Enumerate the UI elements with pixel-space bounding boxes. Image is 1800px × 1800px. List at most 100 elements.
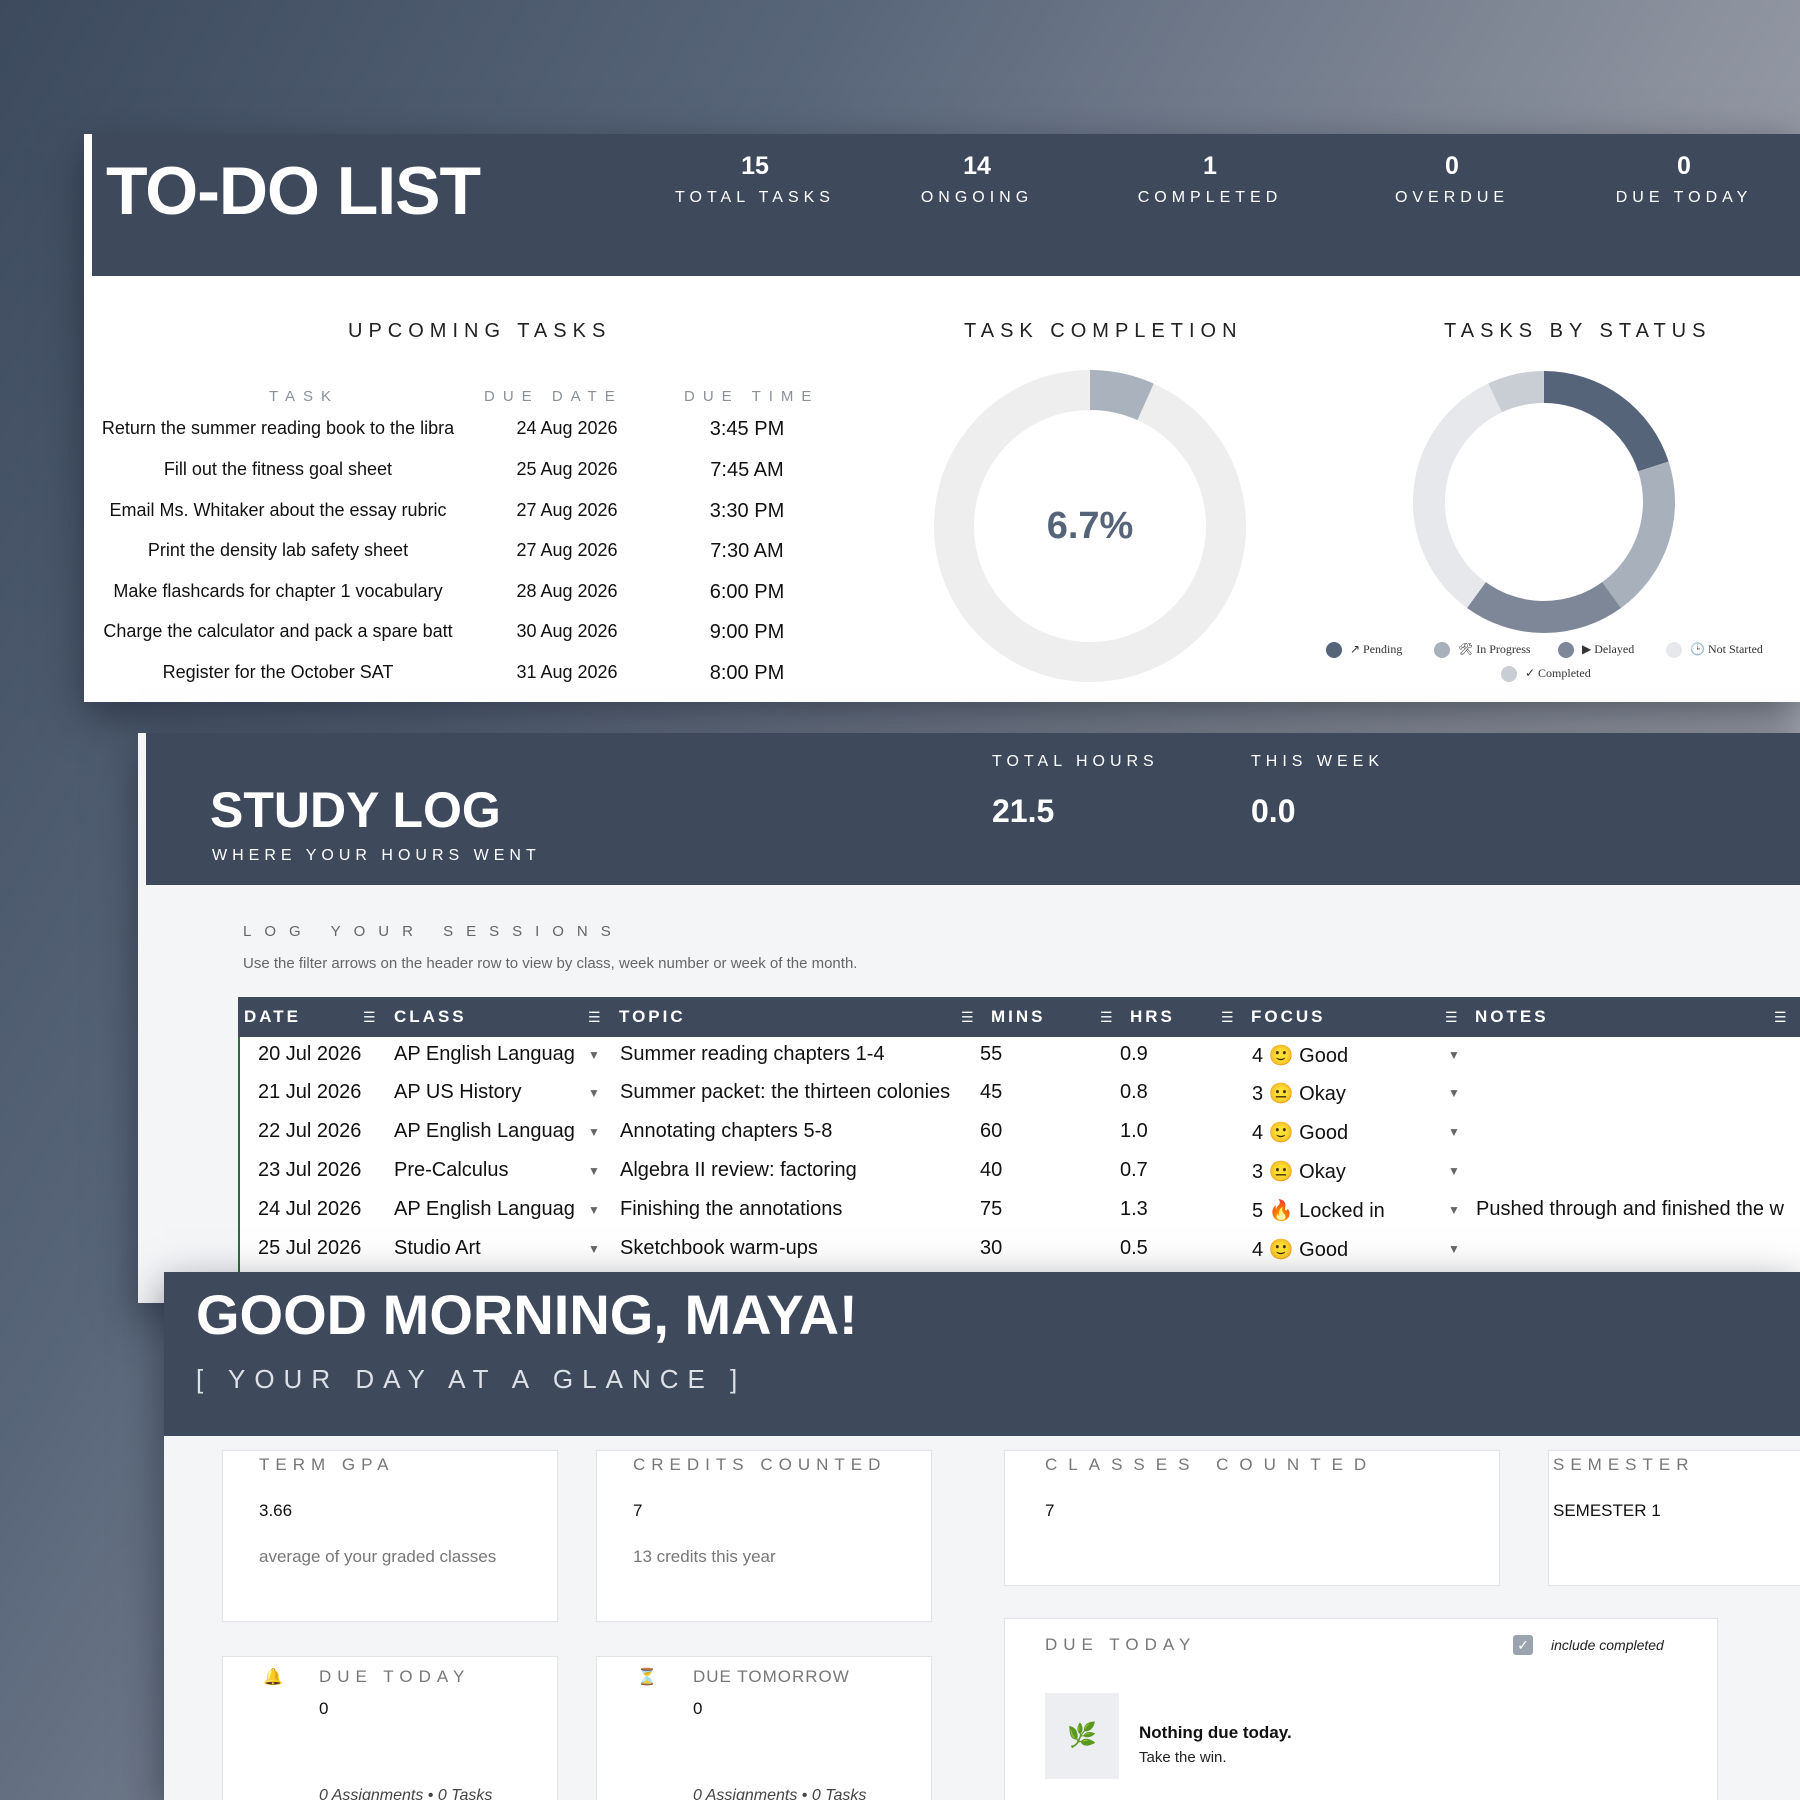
cell-topic[interactable]: Sketchbook warm-ups — [620, 1237, 818, 1260]
col-class[interactable]: CLASS — [394, 1007, 467, 1027]
task-row[interactable]: Fill out the fitness goal sheet 25 Aug 2… — [92, 459, 812, 499]
cell-date[interactable]: 20 Jul 2026 — [258, 1043, 361, 1066]
cell-hrs[interactable]: 0.8 — [1120, 1081, 1148, 1104]
todo-panel: TO-DO LIST 15 TOTAL TASKS 14 ONGOING 1 C… — [84, 134, 1800, 702]
cell-focus[interactable]: 4 🙂 Good — [1252, 1120, 1348, 1145]
legend-item-completed[interactable]: ✓ Completed — [1501, 666, 1591, 683]
legend-label: 🛠 In Progress — [1458, 642, 1531, 656]
cell-mins[interactable]: 60 — [980, 1120, 1002, 1143]
table-row[interactable]: 21 Jul 2026 AP US History ▼ Summer packe… — [240, 1075, 1800, 1113]
due-today-panel: DUE TODAY ✓ include completed 🌿 Nothing … — [1004, 1618, 1718, 1800]
cell-date[interactable]: 24 Jul 2026 — [258, 1198, 361, 1221]
filter-icon[interactable]: ☰ — [961, 1009, 974, 1026]
chevron-down-icon[interactable]: ▼ — [1448, 1164, 1460, 1178]
table-row[interactable]: 25 Jul 2026 Studio Art ▼ Sketchbook warm… — [240, 1231, 1800, 1269]
cell-date[interactable]: 25 Jul 2026 — [258, 1237, 361, 1260]
include-completed-checkbox[interactable]: ✓ — [1513, 1635, 1533, 1655]
col-hrs[interactable]: HRS — [1130, 1007, 1175, 1027]
cell-class[interactable]: Pre-Calculus — [394, 1159, 584, 1182]
task-row[interactable]: Print the density lab safety sheet 27 Au… — [92, 540, 812, 580]
filter-icon[interactable]: ☰ — [1221, 1009, 1234, 1026]
cell-topic[interactable]: Algebra II review: factoring — [620, 1159, 857, 1182]
table-row[interactable]: 23 Jul 2026 Pre-Calculus ▼ Algebra II re… — [240, 1153, 1800, 1191]
due-today-value: 0 — [319, 1699, 329, 1718]
greeting-header: GOOD MORNING, MAYA! [ YOUR DAY AT A GLAN… — [164, 1272, 1800, 1436]
col-date[interactable]: DATE — [244, 1007, 301, 1027]
cell-mins[interactable]: 55 — [980, 1043, 1002, 1066]
completion-heading: TASK COMPLETION — [964, 320, 1243, 342]
gpa-sub: average of your graded classes — [259, 1547, 497, 1566]
cell-topic[interactable]: Summer reading chapters 1-4 — [620, 1043, 885, 1066]
filter-icon[interactable]: ☰ — [1445, 1009, 1458, 1026]
cell-hrs[interactable]: 1.3 — [1120, 1198, 1148, 1221]
cell-date[interactable]: 21 Jul 2026 — [258, 1081, 361, 1104]
task-row[interactable]: Return the summer reading book to the li… — [92, 418, 812, 458]
cell-focus[interactable]: 4 🙂 Good — [1252, 1043, 1348, 1068]
cell-topic[interactable]: Summer packet: the thirteen colonies — [620, 1081, 950, 1104]
upcoming-heading: UPCOMING TASKS — [348, 320, 612, 342]
due-tomorrow-foot: 0 Assignments • 0 Tasks — [693, 1787, 867, 1800]
task-row[interactable]: Make flashcards for chapter 1 vocabulary… — [92, 581, 812, 621]
table-row[interactable]: 24 Jul 2026 AP English Languag ▼ Finishi… — [240, 1192, 1800, 1230]
filter-icon[interactable]: ☰ — [1774, 1009, 1787, 1026]
cell-focus[interactable]: 3 😐 Okay — [1252, 1159, 1346, 1184]
chevron-down-icon[interactable]: ▼ — [1448, 1203, 1460, 1217]
cell-topic[interactable]: Finishing the annotations — [620, 1198, 842, 1221]
chevron-down-icon[interactable]: ▼ — [1448, 1086, 1460, 1100]
task-row[interactable]: Register for the October SAT 31 Aug 2026… — [92, 662, 812, 702]
cell-notes[interactable]: Pushed through and finished the w — [1476, 1198, 1796, 1221]
cell-hrs[interactable]: 0.9 — [1120, 1043, 1148, 1066]
cell-hrs[interactable]: 1.0 — [1120, 1120, 1148, 1143]
col-topic[interactable]: TOPIC — [619, 1007, 686, 1027]
cell-class[interactable]: AP English Languag — [394, 1120, 584, 1143]
col-notes[interactable]: NOTES — [1475, 1007, 1549, 1027]
col-focus[interactable]: FOCUS — [1251, 1007, 1326, 1027]
legend-item-pending[interactable]: ↗ Pending — [1326, 642, 1402, 659]
cell-class[interactable]: Studio Art — [394, 1237, 584, 1260]
cell-class[interactable]: AP US History — [394, 1081, 584, 1104]
task-row[interactable]: Email Ms. Whitaker about the essay rubri… — [92, 500, 812, 540]
cell-focus[interactable]: 5 🔥 Locked in — [1252, 1198, 1385, 1223]
chevron-down-icon[interactable]: ▼ — [588, 1164, 600, 1178]
task-time: 3:45 PM — [709, 418, 785, 440]
cell-mins[interactable]: 30 — [980, 1237, 1002, 1260]
chevron-down-icon[interactable]: ▼ — [1448, 1125, 1460, 1139]
cell-topic[interactable]: Annotating chapters 5-8 — [620, 1120, 832, 1143]
cell-mins[interactable]: 75 — [980, 1198, 1002, 1221]
chevron-down-icon[interactable]: ▼ — [588, 1125, 600, 1139]
chevron-down-icon[interactable]: ▼ — [588, 1086, 600, 1100]
cell-class[interactable]: AP English Languag — [394, 1043, 584, 1066]
legend-item-not-started[interactable]: 🕒 Not Started — [1666, 642, 1763, 659]
col-mins[interactable]: MINS — [991, 1007, 1046, 1027]
cell-mins[interactable]: 45 — [980, 1081, 1002, 1104]
log-hint: Use the filter arrows on the header row … — [243, 955, 858, 972]
cell-focus[interactable]: 3 😐 Okay — [1252, 1081, 1346, 1106]
filter-icon[interactable]: ☰ — [363, 1009, 376, 1026]
filter-icon[interactable]: ☰ — [588, 1009, 601, 1026]
legend-swatch — [1501, 666, 1517, 683]
study-subtitle: WHERE YOUR HOURS WENT — [212, 847, 541, 864]
cell-focus[interactable]: 4 🙂 Good — [1252, 1237, 1348, 1262]
chevron-down-icon[interactable]: ▼ — [588, 1203, 600, 1217]
cell-hrs[interactable]: 0.7 — [1120, 1159, 1148, 1182]
filter-icon[interactable]: ☰ — [1100, 1009, 1113, 1026]
task-row[interactable]: Charge the calculator and pack a spare b… — [92, 621, 812, 661]
legend-item-delayed[interactable]: ▶ Delayed — [1558, 642, 1634, 659]
table-row[interactable]: 20 Jul 2026 AP English Languag ▼ Summer … — [240, 1037, 1800, 1075]
cell-date[interactable]: 23 Jul 2026 — [258, 1159, 361, 1182]
cell-class[interactable]: AP English Languag — [394, 1198, 584, 1221]
chevron-down-icon[interactable]: ▼ — [1448, 1048, 1460, 1062]
table-row[interactable]: 22 Jul 2026 AP English Languag ▼ Annotat… — [240, 1114, 1800, 1152]
kpi-label: TOTAL HOURS — [992, 753, 1159, 770]
chevron-down-icon[interactable]: ▼ — [588, 1242, 600, 1256]
cell-hrs[interactable]: 0.5 — [1120, 1237, 1148, 1260]
kpi-total-tasks: 15 TOTAL TASKS — [660, 152, 850, 207]
cell-mins[interactable]: 40 — [980, 1159, 1002, 1182]
chevron-down-icon[interactable]: ▼ — [588, 1048, 600, 1062]
include-completed-label[interactable]: include completed — [1551, 1637, 1664, 1653]
cell-date[interactable]: 22 Jul 2026 — [258, 1120, 361, 1143]
kpi-completed: 1 COMPLETED — [1115, 152, 1305, 207]
legend-item-in-progress[interactable]: 🛠 In Progress — [1434, 642, 1531, 659]
chevron-down-icon[interactable]: ▼ — [1448, 1242, 1460, 1256]
status-slice — [1543, 371, 1669, 472]
